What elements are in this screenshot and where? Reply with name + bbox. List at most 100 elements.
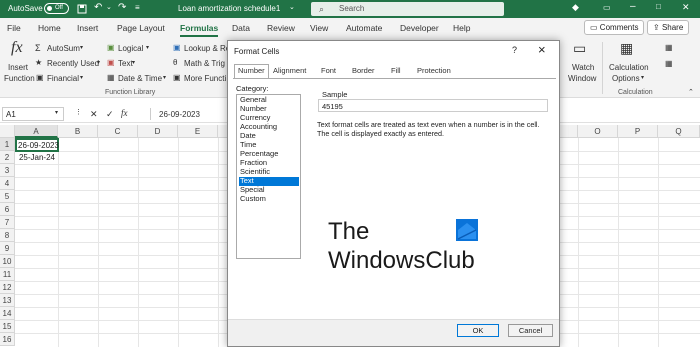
tab-number[interactable]: Number (234, 64, 269, 78)
undo-icon[interactable]: ↶ (94, 2, 102, 13)
column-header[interactable]: A (15, 125, 58, 138)
calculate-sheet-icon[interactable]: ▦ (665, 59, 673, 68)
row-header[interactable]: 2 (0, 151, 15, 164)
tab-automate[interactable]: Automate (346, 23, 382, 33)
undo-dropdown-icon[interactable]: ⌄ (106, 3, 112, 11)
calculate-now-icon[interactable]: ▦ (665, 43, 673, 52)
datetime-dropdown-icon[interactable]: ▾ (163, 74, 166, 81)
customize-icon[interactable]: ≡ (135, 3, 140, 12)
cell-a1[interactable]: 26-09-2023 (15, 138, 59, 152)
tab-formulas[interactable]: Formulas (180, 23, 219, 37)
text-button[interactable]: Text (118, 59, 133, 68)
ribbon-display-icon[interactable]: ▭ (603, 3, 611, 12)
tab-fill[interactable]: Fill (391, 66, 401, 78)
row-header[interactable]: 3 (0, 164, 15, 177)
file-name: Loan amortization schedule1 (178, 4, 281, 13)
tab-home[interactable]: Home (38, 23, 61, 33)
logical-dropdown-icon[interactable]: ▾ (146, 44, 149, 51)
row-header[interactable]: 11 (0, 268, 15, 281)
select-all-corner[interactable] (0, 125, 15, 138)
tab-insert[interactable]: Insert (77, 23, 98, 33)
column-header[interactable]: D (138, 125, 178, 138)
search-box[interactable]: ⌕ Search (311, 2, 504, 16)
row-header[interactable]: 14 (0, 307, 15, 320)
row-header[interactable]: 12 (0, 281, 15, 294)
column-header[interactable]: P (618, 125, 658, 138)
tab-view[interactable]: View (310, 23, 328, 33)
row-header[interactable]: 4 (0, 177, 15, 190)
column-header[interactable]: O (578, 125, 618, 138)
ok-button[interactable]: OK (457, 324, 499, 337)
cell-a2[interactable]: 25-Jan-24 (15, 152, 57, 164)
tab-page-layout[interactable]: Page Layout (117, 23, 165, 33)
row-header[interactable]: 9 (0, 242, 15, 255)
watch-window-line2[interactable]: Window (568, 74, 596, 83)
tab-help[interactable]: Help (453, 23, 470, 33)
tab-protection[interactable]: Protection (417, 66, 451, 78)
tab-border[interactable]: Border (352, 66, 375, 78)
collapse-ribbon-icon[interactable]: ⌃ (688, 88, 694, 96)
enter-check-icon[interactable]: ✓ (106, 109, 114, 120)
row-header[interactable]: 5 (0, 190, 15, 203)
cancel-entry-icon[interactable]: ✕ (90, 109, 98, 120)
column-header[interactable]: E (178, 125, 218, 138)
math-button[interactable]: Math & Trig (184, 59, 225, 68)
tab-review[interactable]: Review (267, 23, 295, 33)
row-header[interactable]: 6 (0, 203, 15, 216)
close-window-icon[interactable]: ✕ (682, 2, 690, 13)
autosum-dropdown-icon[interactable]: ▾ (80, 44, 83, 51)
maximize-icon[interactable]: □ (656, 2, 661, 11)
row-header[interactable]: 16 (0, 333, 15, 346)
tab-alignment[interactable]: Alignment (273, 66, 306, 78)
watch-window-line1[interactable]: Watch (572, 63, 594, 72)
row-header[interactable]: 10 (0, 255, 15, 268)
filename-dropdown-icon[interactable]: ⌄ (289, 3, 295, 11)
tab-font[interactable]: Font (321, 66, 336, 78)
datetime-button[interactable]: Date & Time (118, 74, 162, 83)
column-header[interactable]: B (58, 125, 98, 138)
tab-data[interactable]: Data (232, 23, 250, 33)
minimize-icon[interactable]: – (630, 1, 636, 12)
comments-button[interactable]: ▭ Comments (584, 20, 645, 35)
row-header[interactable]: 13 (0, 294, 15, 307)
autosave-toggle[interactable]: Off (44, 3, 69, 14)
close-dialog-button[interactable]: × (538, 42, 546, 57)
column-header[interactable]: Q (658, 125, 700, 138)
redo-icon[interactable]: ↷ (118, 2, 126, 13)
fx-icon[interactable]: fx (121, 108, 128, 118)
name-box-dropdown-icon[interactable]: ▾ (55, 109, 58, 116)
tab-file[interactable]: File (7, 23, 21, 33)
financial-dropdown-icon[interactable]: ▾ (80, 74, 83, 81)
dialog-title: Format Cells (234, 47, 280, 56)
cancel-button[interactable]: Cancel (508, 324, 553, 337)
lookup-button[interactable]: Lookup & Re (184, 44, 230, 53)
logical-button[interactable]: Logical (118, 44, 143, 53)
group-calculation-label: Calculation (618, 89, 653, 96)
row-header[interactable]: 15 (0, 320, 15, 333)
row-header[interactable]: 7 (0, 216, 15, 229)
recently-used-dropdown-icon[interactable]: ▾ (97, 59, 100, 66)
insert-function-line1[interactable]: Insert (8, 63, 28, 72)
tab-developer[interactable]: Developer (400, 23, 439, 33)
recently-used-button[interactable]: Recently Used (47, 59, 99, 68)
autosum-button[interactable]: AutoSum (47, 44, 80, 53)
text-dropdown-icon[interactable]: ▾ (132, 59, 135, 66)
row-header[interactable]: 1 (0, 138, 15, 151)
datetime-icon: ▦ (107, 73, 115, 82)
calc-options-line2[interactable]: Options (612, 74, 640, 83)
category-item[interactable]: Custom (239, 194, 299, 204)
financial-button[interactable]: Financial (47, 74, 79, 83)
column-header[interactable]: C (98, 125, 138, 138)
more-functions-button[interactable]: More Functi (184, 74, 226, 83)
insert-function-line2[interactable]: Function (4, 74, 35, 83)
formula-value[interactable]: 26-09-2023 (159, 110, 200, 119)
save-icon[interactable] (77, 4, 87, 14)
share-button[interactable]: ⇪ Share (647, 20, 690, 35)
watermark-line1: The (328, 218, 370, 245)
help-button[interactable]: ? (512, 45, 517, 55)
calc-options-line1[interactable]: Calculation (609, 63, 649, 72)
diamond-icon[interactable]: ◆ (572, 2, 579, 13)
calc-options-dropdown-icon[interactable]: ▾ (641, 74, 644, 81)
category-list[interactable]: General Number Currency Accounting Date … (236, 94, 301, 259)
row-header[interactable]: 8 (0, 229, 15, 242)
